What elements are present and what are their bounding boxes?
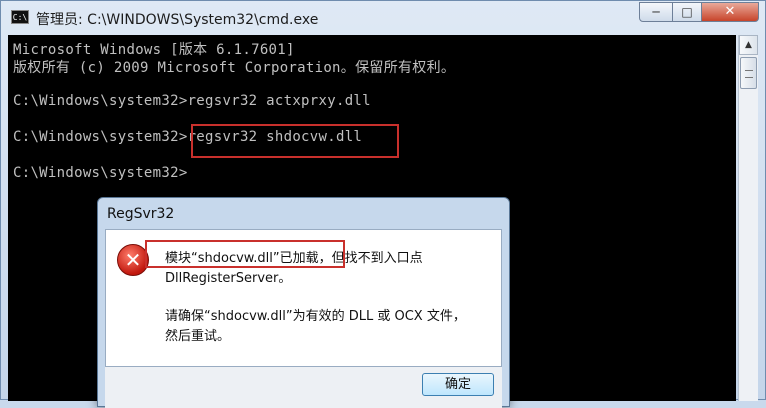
dialog-message: DllRegisterServer。: [165, 271, 292, 286]
vertical-scrollbar[interactable]: ▲: [738, 35, 758, 401]
console-line: C:\Windows\system32>: [13, 165, 188, 181]
dialog-body: ✕ 模块“shdocvw.dll”已加载，但找不到入口点 DllRegister…: [105, 229, 502, 367]
maximize-button[interactable]: □: [672, 2, 702, 22]
dialog-footer: 确定: [105, 367, 502, 408]
grip-icon: [745, 70, 753, 78]
dialog-title: RegSvr32: [107, 206, 175, 222]
window-title: 管理员: C:\WINDOWS\System32\cmd.exe: [36, 12, 319, 28]
command-highlight-box: [191, 124, 399, 158]
regsvr32-dialog: RegSvr32 ✕ 模块“shdocvw.dll”已加载，但找不到入口点 Dl…: [97, 197, 510, 408]
dialog-message: 然后重试。: [165, 329, 231, 344]
message-highlight-box: [145, 240, 345, 268]
minimize-button[interactable]: ─: [639, 2, 673, 22]
ok-button[interactable]: 确定: [422, 373, 494, 396]
close-button[interactable]: ✕: [701, 2, 759, 22]
cmd-icon: C:\: [11, 10, 29, 24]
scroll-thumb[interactable]: [740, 57, 757, 89]
scroll-up-arrow-icon[interactable]: ▲: [739, 35, 758, 55]
console-line: C:\Windows\system32>regsvr32 actxprxy.dl…: [13, 93, 371, 109]
console-line: Microsoft Windows [版本 6.1.7601]: [13, 42, 295, 58]
title-bar[interactable]: C:\ 管理员: C:\WINDOWS\System32\cmd.exe ─ □…: [1, 1, 766, 35]
dialog-message: 请确保“shdocvw.dll”为有效的 DLL 或 OCX 文件，: [165, 309, 466, 324]
console-line: 版权所有 (c) 2009 Microsoft Corporation。保留所有…: [13, 60, 456, 76]
